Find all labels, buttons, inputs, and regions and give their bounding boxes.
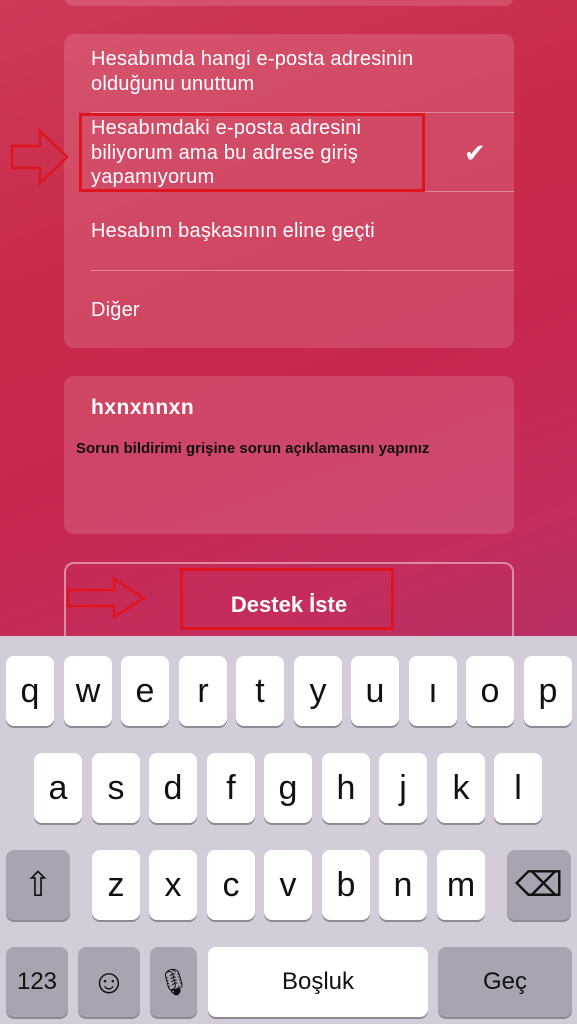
option-label: Hesabımda hangi e-posta adresinin olduğu… [91, 48, 414, 95]
description-value: hxnxnnxn [91, 396, 195, 419]
key-o[interactable]: o [466, 656, 514, 726]
option-other[interactable]: Diğer [91, 298, 514, 323]
key-g[interactable]: g [264, 753, 312, 823]
key-d[interactable]: d [149, 753, 197, 823]
emoji-key[interactable]: ☺ [78, 947, 140, 1017]
key-b[interactable]: b [322, 850, 370, 920]
key-j[interactable]: j [379, 753, 427, 823]
key-a[interactable]: a [34, 753, 82, 823]
key-t[interactable]: t [236, 656, 284, 726]
key-x[interactable]: x [149, 850, 197, 920]
dictation-key[interactable]: 🎙 [150, 947, 197, 1017]
checkmark-icon: ✔ [464, 137, 486, 168]
key-w[interactable]: w [64, 656, 112, 726]
backspace-icon: ⌫ [514, 866, 564, 904]
key-l[interactable]: l [494, 753, 542, 823]
shift-icon: ⇧ [23, 866, 53, 904]
key-q[interactable]: q [6, 656, 54, 726]
space-key[interactable]: Boşluk [208, 947, 428, 1017]
numbers-key[interactable]: 123 [6, 947, 68, 1017]
key-e[interactable]: e [121, 656, 169, 726]
key-p[interactable]: p [524, 656, 572, 726]
microphone-icon: 🎙 [156, 966, 190, 997]
annotation-text: Sorun bildirimi grişine sorun açıklaması… [76, 440, 430, 457]
backspace-key[interactable]: ⌫ [507, 850, 571, 920]
divider [91, 270, 514, 271]
shift-key[interactable]: ⇧ [6, 850, 70, 920]
option-label: Diğer [91, 299, 140, 321]
key-f[interactable]: f [207, 753, 255, 823]
key-m[interactable]: m [437, 850, 485, 920]
key-n[interactable]: n [379, 850, 427, 920]
annotation-highlight-box [79, 113, 425, 192]
option-label: Hesabım başkasının eline geçti [91, 220, 375, 242]
option-forgot-email[interactable]: Hesabımda hangi e-posta adresinin olduğu… [91, 47, 514, 96]
annotation-arrow-icon [10, 128, 69, 186]
key-z[interactable]: z [92, 850, 140, 920]
keyboard: q w e r t y u ı o p a s d f g h j k l ⇧ … [0, 636, 577, 1024]
key-u[interactable]: u [351, 656, 399, 726]
key-c[interactable]: c [207, 850, 255, 920]
key-r[interactable]: r [179, 656, 227, 726]
key-s[interactable]: s [92, 753, 140, 823]
option-account-compromised[interactable]: Hesabım başkasının eline geçti [91, 219, 514, 244]
key-y[interactable]: y [294, 656, 342, 726]
key-v[interactable]: v [264, 850, 312, 920]
key-h[interactable]: h [322, 753, 370, 823]
key-dotless-i[interactable]: ı [409, 656, 457, 726]
annotation-highlight-box [180, 568, 394, 630]
return-key[interactable]: Geç [438, 947, 572, 1017]
annotation-arrow-icon [66, 576, 147, 620]
key-k[interactable]: k [437, 753, 485, 823]
top-card [64, 0, 514, 6]
app-background: Hesabımda hangi e-posta adresinin olduğu… [0, 0, 577, 636]
emoji-icon: ☺ [91, 962, 127, 1001]
